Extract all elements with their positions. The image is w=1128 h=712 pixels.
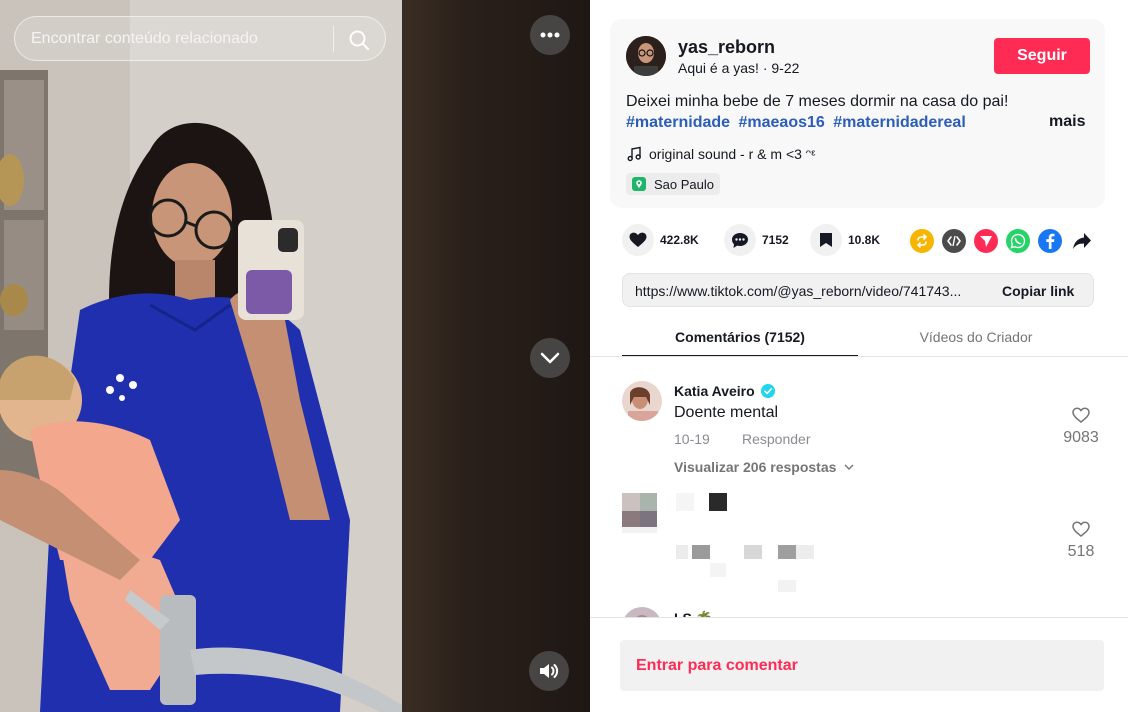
comment-button[interactable] <box>724 224 756 256</box>
login-to-comment-label[interactable]: Entrar para comentar <box>636 657 798 675</box>
hashtag-list: #maternidade #maeaos16 #maternidadereal <box>626 114 970 132</box>
send-glyph <box>980 236 992 247</box>
embed-icon[interactable] <box>942 229 966 253</box>
pixel-block <box>744 545 762 559</box>
post-date: 9-22 <box>771 60 800 76</box>
location-pin-icon <box>632 177 646 191</box>
pixel-block <box>796 545 814 559</box>
chevron-down-icon <box>844 464 854 470</box>
ellipsis-icon <box>540 32 560 38</box>
send-icon[interactable] <box>974 229 998 253</box>
post-description: Deixei minha bebe de 7 meses dormir na c… <box>626 93 1009 110</box>
facebook-icon[interactable] <box>1038 229 1062 253</box>
search-divider <box>333 26 334 52</box>
comment-footer: Entrar para comentar <box>590 617 1128 712</box>
comment-count: 7152 <box>762 233 789 247</box>
repost-glyph <box>917 234 927 248</box>
commenter-name-text[interactable]: Katia Aveiro <box>674 383 755 399</box>
pixel-block <box>709 493 727 511</box>
author-username[interactable]: yas_reborn <box>678 37 775 58</box>
hashtag-link[interactable]: #maternidadereal <box>833 114 966 131</box>
comment-like-icon[interactable] <box>1071 405 1091 425</box>
video-still-image <box>0 0 402 712</box>
author-avatar[interactable] <box>626 36 666 76</box>
pixel-block <box>676 545 688 559</box>
share-arrow-glyph <box>1073 233 1091 249</box>
pixel-block <box>692 545 710 559</box>
avatar-image <box>622 381 662 421</box>
avatar-image <box>626 36 666 76</box>
save-count: 10.8K <box>848 233 881 247</box>
chevron-down-icon <box>540 352 560 364</box>
comment-like-count: 518 <box>1067 543 1095 560</box>
search-input[interactable]: Encontrar conteúdo relacionado <box>31 30 258 48</box>
view-replies-button[interactable]: Visualizar 206 respostas <box>674 459 854 475</box>
tabs-divider <box>590 356 1128 357</box>
pixelated-avatar <box>622 493 657 533</box>
comment-bubble-icon <box>732 232 748 248</box>
related-search-box[interactable]: Encontrar conteúdo relacionado <box>14 16 386 61</box>
whatsapp-icon[interactable] <box>1006 229 1030 253</box>
commenter-avatar[interactable] <box>622 381 662 421</box>
tiktok-video-page: Encontrar conteúdo relacionado yas_rebor… <box>0 0 1128 712</box>
facebook-glyph <box>1046 233 1055 249</box>
location-label: Sao Paulo <box>654 176 714 192</box>
reply-button[interactable]: Responder <box>742 431 811 447</box>
pixel-block <box>676 493 694 511</box>
hashtag-link[interactable]: #maternidade <box>626 114 730 131</box>
comment-like-count: 9083 <box>1063 429 1099 446</box>
pixel-block <box>778 545 796 559</box>
pixel-block <box>710 563 726 577</box>
more-button[interactable]: mais <box>1049 113 1085 131</box>
bookmark-icon <box>820 233 832 247</box>
follow-button[interactable]: Seguir <box>994 38 1090 74</box>
author-nickname: Aqui é a yas! <box>678 60 759 76</box>
hashtag-link[interactable]: #maeaos16 <box>739 114 825 131</box>
volume-icon <box>540 664 559 678</box>
details-panel: yas_reborn Aqui é a yas! · 9-22 Seguir D… <box>590 0 1128 712</box>
video-frame[interactable] <box>0 0 402 712</box>
video-link-box: https://www.tiktok.com/@yas_reborn/video… <box>622 273 1094 307</box>
login-to-comment-button[interactable]: Entrar para comentar <box>620 640 1104 691</box>
heart-icon <box>629 232 647 247</box>
video-player[interactable]: Encontrar conteúdo relacionado <box>0 0 590 712</box>
tab-comments[interactable]: Comentários (7152) <box>622 329 858 357</box>
search-icon[interactable] <box>347 28 371 52</box>
whatsapp-glyph <box>1010 233 1026 249</box>
commenter-name[interactable]: Katia Aveiro <box>674 383 775 399</box>
save-button[interactable] <box>810 224 842 256</box>
embed-glyph <box>947 235 961 247</box>
pixel-block <box>778 580 796 592</box>
repost-icon[interactable] <box>910 229 934 253</box>
share-arrow-icon[interactable] <box>1070 229 1094 253</box>
comment-date: 10-19 <box>674 431 710 447</box>
more-options-button[interactable] <box>530 15 570 55</box>
save-action[interactable]: 10.8K <box>810 224 880 256</box>
comment-action[interactable]: 7152 <box>724 224 789 256</box>
like-count: 422.8K <box>660 233 699 247</box>
music-note-icon <box>627 146 641 162</box>
tab-creator-videos[interactable]: Vídeos do Criador <box>858 329 1094 356</box>
video-url[interactable]: https://www.tiktok.com/@yas_reborn/video… <box>635 283 985 299</box>
sound-link[interactable]: original sound - r & m <3 ᵔᵋ <box>649 146 816 162</box>
volume-button[interactable] <box>529 651 569 691</box>
like-action[interactable]: 422.8K <box>622 224 699 256</box>
comment-text: Doente mental <box>674 404 779 421</box>
description-card: yas_reborn Aqui é a yas! · 9-22 Seguir D… <box>610 19 1105 208</box>
next-video-button[interactable] <box>530 338 570 378</box>
author-subtitle: Aqui é a yas! · 9-22 <box>678 60 799 76</box>
copy-link-button[interactable]: Copiar link <box>1002 283 1074 299</box>
like-button[interactable] <box>622 224 654 256</box>
verified-badge-icon <box>760 384 775 398</box>
comment-like-icon[interactable] <box>1071 519 1091 539</box>
view-replies-label[interactable]: Visualizar 206 respostas <box>674 459 836 475</box>
commenter-avatar-obscured[interactable] <box>622 493 662 533</box>
location-chip[interactable]: Sao Paulo <box>626 173 720 195</box>
